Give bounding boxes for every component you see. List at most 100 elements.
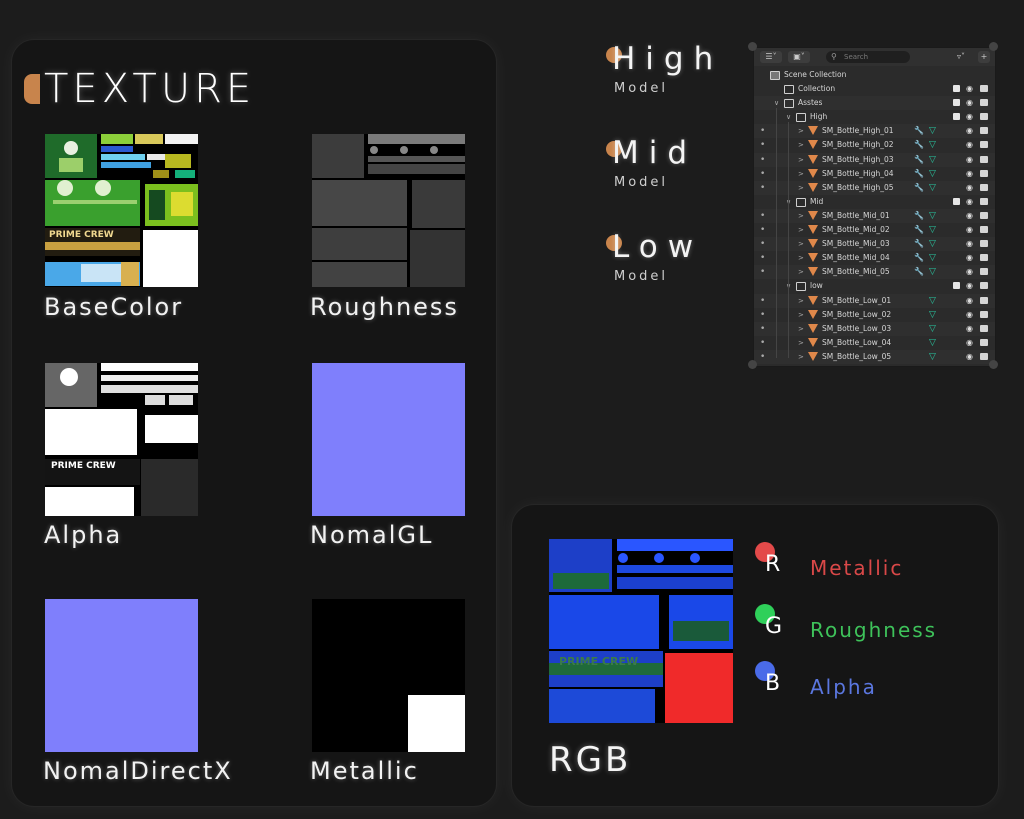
- view-layer-button[interactable]: ▣˅: [788, 51, 810, 63]
- eye-icon[interactable]: ◉: [966, 167, 973, 181]
- chevron-right-icon[interactable]: >: [798, 350, 804, 364]
- visibility-dot[interactable]: •: [760, 265, 765, 279]
- visibility-dot[interactable]: •: [760, 209, 765, 223]
- exclude-checkbox[interactable]: [953, 99, 960, 107]
- eye-icon[interactable]: ◉: [966, 82, 973, 96]
- mesh-data-icon[interactable]: ▽: [929, 294, 936, 308]
- eye-icon[interactable]: ◉: [966, 294, 973, 308]
- chevron-right-icon[interactable]: >: [798, 209, 804, 223]
- modifier-icon[interactable]: 🔧: [914, 167, 924, 181]
- outliner-object-row[interactable]: • > SM_Bottle_High_02 🔧 ▽ ◉: [754, 138, 995, 152]
- outliner-collection-row[interactable]: ∨Mid◉: [754, 195, 995, 209]
- outliner-corner-handle[interactable]: [989, 42, 998, 51]
- outliner-object-row[interactable]: • > SM_Bottle_Mid_01 🔧 ▽ ◉: [754, 208, 995, 223]
- mesh-data-icon[interactable]: ▽: [929, 350, 936, 364]
- camera-icon[interactable]: [980, 268, 988, 276]
- new-collection-icon[interactable]: +: [978, 51, 990, 63]
- visibility-dot[interactable]: •: [760, 308, 765, 322]
- visibility-dot[interactable]: •: [760, 167, 765, 181]
- outliner-search-input[interactable]: ⚲ Search: [826, 51, 910, 63]
- outliner-corner-handle[interactable]: [989, 360, 998, 369]
- mesh-data-icon[interactable]: ▽: [929, 209, 936, 223]
- mesh-data-icon[interactable]: ▽: [929, 308, 936, 322]
- eye-icon[interactable]: ◉: [966, 237, 973, 251]
- camera-icon[interactable]: [980, 282, 988, 290]
- exclude-checkbox[interactable]: [953, 282, 960, 290]
- eye-icon[interactable]: ◉: [966, 322, 973, 336]
- eye-icon[interactable]: ◉: [966, 350, 973, 364]
- visibility-dot[interactable]: •: [760, 237, 765, 251]
- outliner-object-row[interactable]: • > SM_Bottle_Low_01 ▽ ◉: [754, 293, 995, 308]
- display-mode-button[interactable]: ☰˅: [760, 51, 782, 63]
- mesh-data-icon[interactable]: ▽: [929, 181, 936, 195]
- outliner-object-row[interactable]: • > SM_Bottle_Low_05 ▽ ◉: [754, 349, 995, 364]
- camera-icon[interactable]: [980, 113, 988, 121]
- eye-icon[interactable]: ◉: [966, 265, 973, 279]
- outliner-scene-collection[interactable]: Scene Collection: [754, 68, 995, 82]
- camera-icon[interactable]: [980, 310, 988, 318]
- eye-icon[interactable]: ◉: [966, 110, 973, 124]
- exclude-checkbox[interactable]: [953, 197, 960, 205]
- chevron-right-icon[interactable]: >: [798, 336, 804, 350]
- visibility-dot[interactable]: •: [760, 322, 765, 336]
- eye-icon[interactable]: ◉: [966, 181, 973, 195]
- modifier-icon[interactable]: 🔧: [914, 153, 924, 167]
- mesh-data-icon[interactable]: ▽: [929, 265, 936, 279]
- visibility-dot[interactable]: •: [760, 124, 765, 138]
- modifier-icon[interactable]: 🔧: [914, 124, 924, 138]
- chevron-right-icon[interactable]: >: [798, 251, 804, 265]
- outliner-collection-row[interactable]: ∨ High ◉: [754, 110, 995, 124]
- camera-icon[interactable]: [980, 141, 988, 149]
- outliner-object-row[interactable]: • > SM_Bottle_Low_04 ▽ ◉: [754, 336, 995, 350]
- camera-icon[interactable]: [980, 197, 988, 205]
- visibility-dot[interactable]: •: [760, 223, 765, 237]
- chevron-right-icon[interactable]: >: [798, 167, 804, 181]
- outliner-object-row[interactable]: • > SM_Bottle_Mid_04 🔧 ▽ ◉: [754, 251, 995, 265]
- visibility-dot[interactable]: •: [760, 294, 765, 308]
- camera-icon[interactable]: [980, 169, 988, 177]
- eye-icon[interactable]: ◉: [966, 336, 973, 350]
- outliner-corner-handle[interactable]: [748, 360, 757, 369]
- eye-icon[interactable]: ◉: [966, 251, 973, 265]
- eye-icon[interactable]: ◉: [966, 124, 973, 138]
- outliner-object-row[interactable]: • > SM_Bottle_Low_03 ▽ ◉: [754, 321, 995, 336]
- camera-icon[interactable]: [980, 127, 988, 135]
- outliner-object-row[interactable]: • > SM_Bottle_Low_02 ▽ ◉: [754, 308, 995, 322]
- modifier-icon[interactable]: 🔧: [914, 181, 924, 195]
- modifier-icon[interactable]: 🔧: [914, 223, 924, 237]
- camera-icon[interactable]: [980, 296, 988, 304]
- camera-icon[interactable]: [980, 155, 988, 163]
- outliner-object-row[interactable]: • > SM_Bottle_High_03 🔧 ▽ ◉: [754, 152, 995, 167]
- chevron-right-icon[interactable]: >: [798, 237, 804, 251]
- visibility-dot[interactable]: •: [760, 350, 765, 364]
- outliner-corner-handle[interactable]: [748, 42, 757, 51]
- camera-icon[interactable]: [980, 352, 988, 360]
- modifier-icon[interactable]: 🔧: [914, 237, 924, 251]
- modifier-icon[interactable]: 🔧: [914, 138, 924, 152]
- outliner-object-row[interactable]: • > SM_Bottle_Mid_02 🔧 ▽ ◉: [754, 223, 995, 237]
- outliner-collection-row[interactable]: ∨ Asstes ◉: [754, 96, 995, 111]
- outliner-object-row[interactable]: • > SM_Bottle_High_05 🔧 ▽ ◉: [754, 180, 995, 195]
- chevron-right-icon[interactable]: >: [798, 223, 804, 237]
- mesh-data-icon[interactable]: ▽: [929, 223, 936, 237]
- mesh-data-icon[interactable]: ▽: [929, 237, 936, 251]
- eye-icon[interactable]: ◉: [966, 209, 973, 223]
- outliner-object-row[interactable]: • > SM_Bottle_Mid_05 🔧 ▽ ◉: [754, 265, 995, 280]
- outliner-collection-row[interactable]: ∨low◉: [754, 279, 995, 293]
- eye-icon[interactable]: ◉: [966, 195, 973, 209]
- visibility-dot[interactable]: •: [760, 251, 765, 265]
- camera-icon[interactable]: [980, 254, 988, 262]
- camera-icon[interactable]: [980, 338, 988, 346]
- chevron-right-icon[interactable]: >: [798, 181, 804, 195]
- modifier-icon[interactable]: 🔧: [914, 251, 924, 265]
- camera-icon[interactable]: [980, 99, 988, 107]
- chevron-right-icon[interactable]: >: [798, 294, 804, 308]
- exclude-checkbox[interactable]: [953, 85, 960, 92]
- eye-icon[interactable]: ◉: [966, 153, 973, 167]
- camera-icon[interactable]: [980, 226, 988, 233]
- eye-icon[interactable]: ◉: [966, 96, 973, 110]
- visibility-dot[interactable]: •: [760, 336, 765, 350]
- mesh-data-icon[interactable]: ▽: [929, 167, 936, 181]
- chevron-right-icon[interactable]: >: [798, 322, 804, 336]
- eye-icon[interactable]: ◉: [966, 308, 973, 322]
